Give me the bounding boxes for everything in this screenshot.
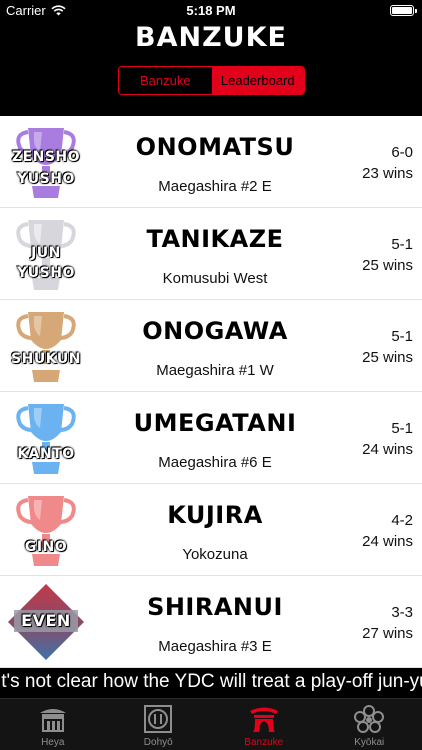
- leaderboard-row[interactable]: GINO KUJIRA Yokozuna 4-2 24 wins: [0, 484, 422, 576]
- rikishi-wins: 23 wins: [362, 165, 413, 182]
- tab-label: Dohyō: [143, 737, 173, 748]
- segment-leaderboard[interactable]: Leaderboard: [211, 67, 304, 94]
- award-label: KANTO: [17, 446, 75, 462]
- rikishi-rank: Maegashira #3 E: [158, 638, 272, 655]
- rikishi-rank: Yokozuna: [182, 546, 248, 563]
- rikishi-record: 4-2: [391, 512, 413, 529]
- tab-dohyo[interactable]: Dohyō: [106, 699, 212, 750]
- award-label-line2: YUSHO: [17, 265, 75, 281]
- rikishi-rank: Maegashira #2 E: [158, 178, 272, 195]
- trophy-icon: SHUKUN: [6, 306, 86, 386]
- tab-label: Kyōkai: [354, 737, 385, 748]
- leaderboard-list[interactable]: ZENSHO YUSHO ONOMATSU Maegashira #2 E 6-…: [0, 116, 422, 668]
- tab-heya[interactable]: Heya: [0, 699, 106, 750]
- tab-label: Heya: [41, 737, 65, 748]
- trophy-icon: JUN YUSHO: [6, 214, 86, 294]
- news-ticker: it's not clear how the YDC will treat a …: [0, 668, 422, 698]
- tab-banzuke[interactable]: Banzuke: [211, 699, 317, 750]
- rikishi-wins: 27 wins: [362, 625, 413, 642]
- rikishi-wins: 25 wins: [362, 257, 413, 274]
- segment-banzuke[interactable]: Banzuke: [119, 67, 212, 94]
- rikishi-rank: Komusubi West: [162, 270, 268, 287]
- rikishi-name: UMEGATANI: [133, 409, 297, 437]
- leaderboard-row[interactable]: EVEN SHIRANUI Maegashira #3 E 3-3 27 win…: [0, 576, 422, 668]
- rikishi-name: ONOGAWA: [142, 317, 288, 345]
- rikishi-wins: 24 wins: [362, 441, 413, 458]
- award-label: JUN: [31, 245, 61, 261]
- award-label: ZENSHO: [11, 149, 81, 165]
- battery-icon: [390, 5, 417, 16]
- trophy-icon: GINO: [6, 490, 86, 570]
- even-diamond-icon: EVEN: [6, 582, 86, 662]
- header: BANZUKE Banzuke Leaderboard: [0, 22, 422, 116]
- banzuke-gate-icon: [249, 707, 278, 732]
- rikishi-name: TANIKAZE: [146, 225, 284, 253]
- status-bar: Carrier 5:18 PM: [0, 0, 422, 22]
- award-label: GINO: [24, 539, 68, 555]
- rikishi-name: KUJIRA: [167, 501, 263, 529]
- kyokai-flower-icon: [354, 705, 385, 733]
- dohyo-ring-icon: [144, 705, 173, 733]
- rikishi-wins: 24 wins: [362, 533, 413, 550]
- award-label-line2: YUSHO: [17, 171, 75, 187]
- rikishi-name: ONOMATSU: [135, 133, 295, 161]
- leaderboard-row[interactable]: SHUKUN ONOGAWA Maegashira #1 W 5-1 25 wi…: [0, 300, 422, 392]
- rikishi-record: 5-1: [391, 420, 413, 437]
- rikishi-record: 6-0: [391, 144, 413, 161]
- leaderboard-row[interactable]: ZENSHO YUSHO ONOMATSU Maegashira #2 E 6-…: [0, 116, 422, 208]
- rikishi-record: 3-3: [391, 604, 413, 621]
- leaderboard-row[interactable]: JUN YUSHO TANIKAZE Komusubi West 5-1 25 …: [0, 208, 422, 300]
- tab-kyokai[interactable]: Kyōkai: [317, 699, 422, 750]
- rikishi-wins: 25 wins: [362, 349, 413, 366]
- award-label: SHUKUN: [11, 351, 81, 367]
- award-label: EVEN: [21, 611, 71, 630]
- tab-bar: Heya Dohyō Banzuke Kyōkai: [0, 698, 422, 750]
- tab-label: Banzuke: [244, 737, 284, 748]
- rikishi-name: SHIRANUI: [147, 593, 283, 621]
- view-segmented-control: Banzuke Leaderboard: [118, 66, 305, 95]
- trophy-icon: ZENSHO YUSHO: [6, 122, 86, 202]
- page-title: BANZUKE: [135, 22, 287, 53]
- rikishi-rank: Maegashira #1 W: [156, 362, 274, 379]
- status-time: 5:18 PM: [186, 3, 236, 18]
- heya-building-icon: [39, 709, 66, 732]
- trophy-icon: KANTO: [6, 398, 86, 478]
- leaderboard-row[interactable]: KANTO UMEGATANI Maegashira #6 E 5-1 24 w…: [0, 392, 422, 484]
- rikishi-record: 5-1: [391, 328, 413, 345]
- ticker-text: it's not clear how the YDC will treat a …: [0, 671, 422, 692]
- rikishi-record: 5-1: [391, 236, 413, 253]
- rikishi-rank: Maegashira #6 E: [158, 454, 272, 471]
